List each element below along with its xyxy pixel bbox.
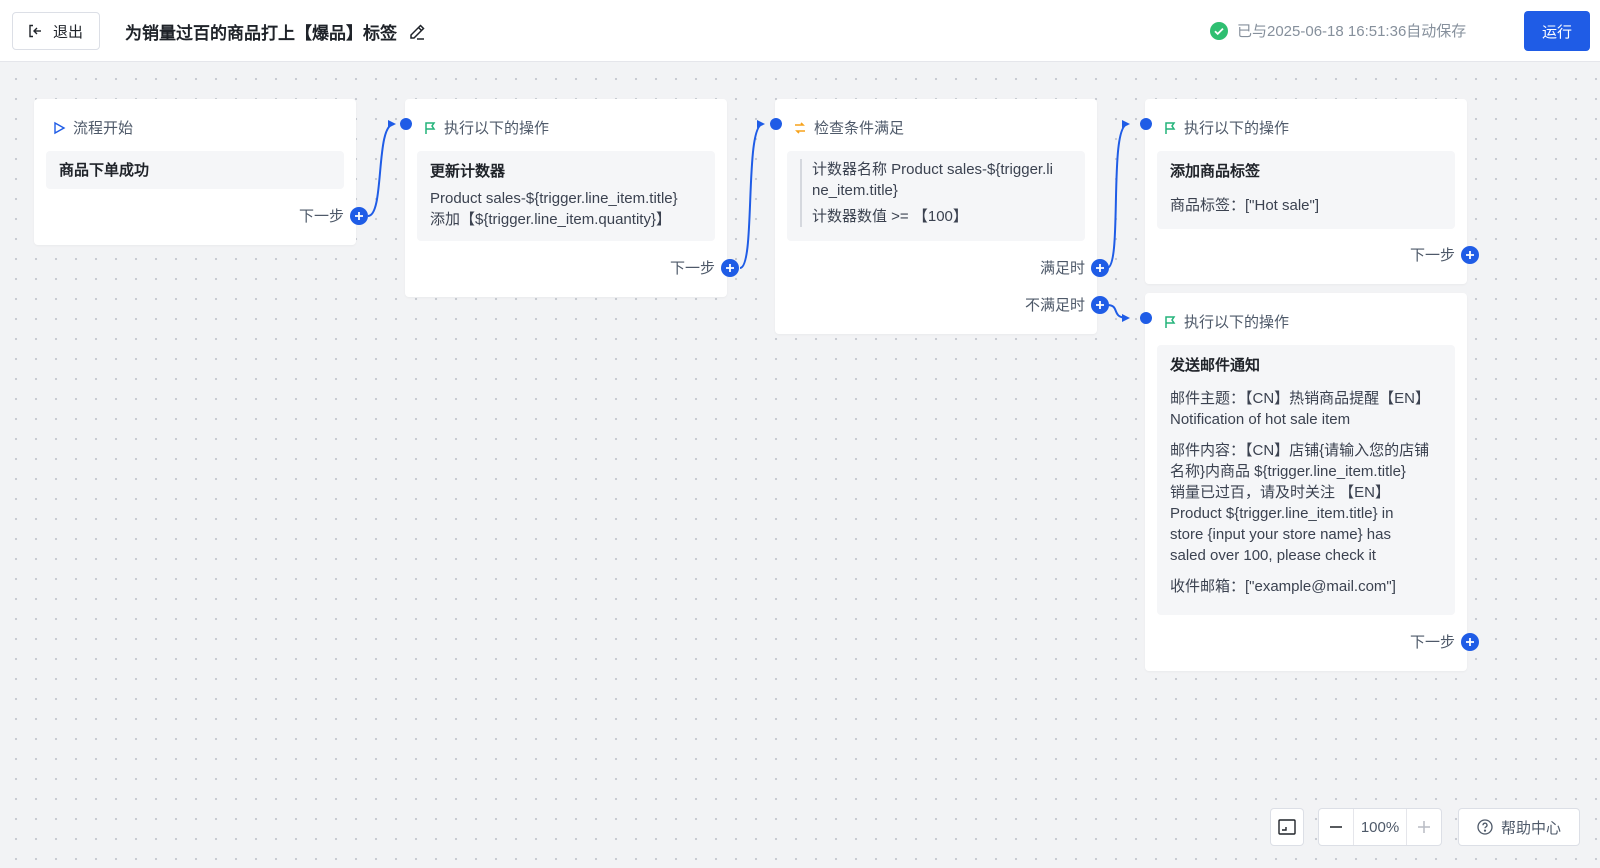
- node-action-update-counter[interactable]: 执行以下的操作 更新计数器 Product sales-${trigger.li…: [400, 99, 739, 297]
- add-next-step-button[interactable]: [1461, 632, 1479, 651]
- flag-icon: [425, 121, 436, 134]
- flag-icon: [1165, 121, 1176, 134]
- node-start-title: 流程开始: [73, 120, 134, 137]
- email-content-line: Product ${trigger.line_item.title} in: [1170, 505, 1394, 522]
- action-title: 添加商品标签: [1170, 163, 1261, 180]
- help-center-button[interactable]: 帮助中心: [1458, 808, 1580, 846]
- email-content-line: 销量已过百，请及时关注 【EN】: [1170, 484, 1391, 501]
- exit-label: 退出: [53, 23, 84, 41]
- node-action2-header: 执行以下的操作: [1163, 117, 1289, 138]
- node-start-body: 商品下单成功: [46, 151, 344, 189]
- email-subject-line: Notification of hot sale item: [1170, 411, 1351, 428]
- node-condition-check[interactable]: 检查条件满足 计数器名称 Product sales-${trigger.li …: [770, 99, 1109, 334]
- node-action-send-email[interactable]: 执行以下的操作 发送邮件通知 邮件主题：【CN】热销商品提醒【EN】 Notif…: [1140, 293, 1479, 671]
- save-status: 已与2025-06-18 16:51:36自动保存: [1209, 20, 1466, 41]
- condition-rules: 计数器名称 Product sales-${trigger.li ne_item…: [800, 159, 1072, 227]
- play-icon: [54, 121, 66, 134]
- flag-icon: [1165, 315, 1176, 328]
- add-false-branch-button[interactable]: [1091, 295, 1109, 314]
- condition-line: 计数器数值 >= 【100】: [812, 208, 968, 225]
- input-port[interactable]: [770, 118, 782, 130]
- input-port[interactable]: [1140, 118, 1152, 130]
- branch-false-label: 不满足时: [1024, 297, 1085, 314]
- next-step-label: 下一步: [669, 260, 715, 277]
- input-port[interactable]: [1140, 312, 1152, 324]
- next-step-label: 下一步: [1409, 634, 1455, 651]
- node-condition-header: 检查条件满足: [793, 117, 904, 138]
- plus-icon: [726, 263, 734, 272]
- node-action2-next: 下一步: [1410, 244, 1479, 265]
- condition-true-branch: 满足时: [1040, 257, 1109, 278]
- email-recipient-line: 收件邮箱：["example@mail.com"]: [1170, 578, 1396, 595]
- save-status-text: 已与2025-06-18 16:51:36自动保存: [1237, 23, 1467, 40]
- condition-line: ne_item.title}: [812, 182, 898, 199]
- email-content-line: 邮件内容：【CN】店铺{请输入您的店铺: [1170, 442, 1430, 459]
- action-detail-line: 商品标签：["Hot sale"]: [1170, 197, 1320, 214]
- help-question-icon: [1477, 819, 1493, 835]
- fit-screen-icon: [1278, 819, 1296, 835]
- add-next-step-button[interactable]: [1461, 245, 1479, 264]
- fit-view-button[interactable]: [1270, 808, 1304, 846]
- email-subject-line: 邮件主题：【CN】热销商品提醒【EN】: [1170, 390, 1431, 407]
- node-start-next: 下一步: [299, 205, 368, 226]
- zoom-out-button[interactable]: [1319, 809, 1353, 845]
- top-bar: 退出 为销量过百的商品打上【爆品】标签 已与2025-06-18 16:51:3…: [0, 0, 1600, 62]
- minus-icon: [1330, 826, 1342, 828]
- node-action1-body: 更新计数器 Product sales-${trigger.line_item.…: [417, 151, 715, 241]
- add-next-step-button[interactable]: [721, 258, 739, 277]
- plus-icon: [355, 211, 363, 220]
- node-condition-body: 计数器名称 Product sales-${trigger.li ne_item…: [787, 151, 1085, 241]
- email-content-line: 名称}内商品 ${trigger.line_item.title}: [1170, 463, 1406, 480]
- zoom-control: 100%: [1318, 808, 1442, 846]
- node-action1-header: 执行以下的操作: [423, 117, 549, 138]
- node-action1-next: 下一步: [670, 257, 739, 278]
- exit-button[interactable]: 退出: [12, 12, 101, 50]
- email-content-line: saled over 100, please check it: [1170, 547, 1376, 564]
- branch-true-label: 满足时: [1039, 260, 1085, 277]
- input-port[interactable]: [400, 118, 412, 130]
- action-detail-line: 添加【${trigger.line_item.quantity}】: [430, 211, 671, 228]
- add-true-branch-button[interactable]: [1091, 258, 1109, 277]
- node-action2-body: 添加商品标签 商品标签：["Hot sale"]: [1157, 151, 1455, 229]
- plus-icon: [1096, 263, 1104, 272]
- next-step-label: 下一步: [1409, 247, 1455, 264]
- plus-icon: [1466, 637, 1474, 646]
- run-label: 运行: [1541, 23, 1572, 41]
- plus-icon: [1466, 250, 1474, 259]
- help-center-label: 帮助中心: [1500, 819, 1561, 837]
- node-action3-title: 执行以下的操作: [1184, 314, 1290, 331]
- flow-title: 为销量过百的商品打上【爆品】标签: [125, 19, 427, 44]
- node-action2-title: 执行以下的操作: [1184, 120, 1290, 137]
- zoom-level: 100%: [1353, 809, 1407, 845]
- node-action1-title: 执行以下的操作: [444, 120, 550, 137]
- condition-false-branch: 不满足时: [1025, 294, 1109, 315]
- next-step-label: 下一步: [298, 208, 344, 225]
- trigger-label: 商品下单成功: [59, 162, 150, 179]
- success-check-icon: [1210, 21, 1228, 40]
- action-detail-line: Product sales-${trigger.line_item.title}: [430, 190, 678, 207]
- action-title: 发送邮件通知: [1170, 357, 1261, 374]
- edit-pencil-icon[interactable]: [407, 22, 427, 42]
- exit-icon: [29, 24, 41, 38]
- node-flow-start[interactable]: 流程开始 商品下单成功 下一步: [34, 99, 368, 245]
- action-title: 更新计数器: [430, 163, 506, 180]
- node-condition-title: 检查条件满足: [814, 120, 905, 137]
- node-action-add-tag[interactable]: 执行以下的操作 添加商品标签 商品标签：["Hot sale"] 下一步: [1140, 99, 1479, 284]
- zoom-in-button[interactable]: [1407, 809, 1441, 845]
- email-content-line: store {input your store name} has: [1170, 526, 1391, 543]
- branch-icon: [795, 121, 805, 134]
- node-action3-body: 发送邮件通知 邮件主题：【CN】热销商品提醒【EN】 Notification …: [1157, 345, 1455, 615]
- plus-icon: [1096, 300, 1104, 309]
- condition-line: 计数器名称 Product sales-${trigger.li: [812, 161, 1053, 178]
- node-action3-header: 执行以下的操作: [1163, 311, 1289, 332]
- run-button[interactable]: 运行: [1524, 11, 1590, 51]
- node-action3-next: 下一步: [1410, 631, 1479, 652]
- add-next-step-button[interactable]: [350, 206, 368, 225]
- node-start-header: 流程开始: [52, 117, 133, 138]
- flow-title-text: 为销量过百的商品打上【爆品】标签: [125, 24, 397, 43]
- plus-icon: [1418, 821, 1430, 833]
